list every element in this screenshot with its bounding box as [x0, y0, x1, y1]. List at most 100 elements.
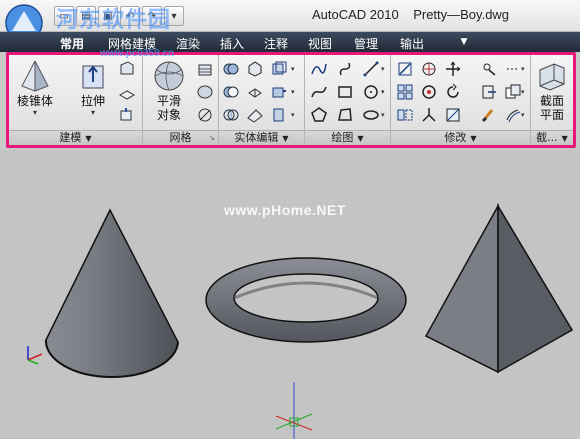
- mirror-button[interactable]: [395, 105, 415, 125]
- ellipse-button[interactable]: [361, 105, 381, 125]
- panel-modify-title[interactable]: 修改 ▼: [391, 130, 530, 145]
- intersect-icon: [223, 109, 239, 121]
- chevron-down-icon[interactable]: ▾: [291, 111, 295, 119]
- tab-output[interactable]: 输出: [400, 35, 424, 52]
- mesh-refine-button[interactable]: [195, 82, 215, 102]
- polyline-button[interactable]: [309, 59, 329, 79]
- mesh-refine-icon: [197, 85, 213, 99]
- polygon-button[interactable]: [309, 105, 329, 125]
- pyramid-label: 棱锥体: [16, 94, 53, 108]
- region-button[interactable]: [335, 105, 355, 125]
- circle-icon: [364, 85, 378, 99]
- thicken-icon: [273, 108, 284, 122]
- union-button[interactable]: [221, 59, 241, 79]
- mesh-box-button[interactable]: [195, 59, 215, 79]
- intersect-button[interactable]: [221, 105, 241, 125]
- subtract-button[interactable]: [221, 82, 241, 102]
- panel-mesh-title[interactable]: 网格: [143, 130, 218, 145]
- line-button[interactable]: [361, 59, 381, 79]
- 3d-scale-button[interactable]: [419, 105, 439, 125]
- viewport-canvas[interactable]: [0, 150, 580, 439]
- shell-button[interactable]: [245, 82, 265, 102]
- mesh-box-icon: [198, 64, 212, 76]
- rotate-icon: [422, 85, 436, 99]
- chevron-down-icon[interactable]: ▾: [291, 65, 295, 73]
- edit-icon: [398, 62, 412, 76]
- offset-button[interactable]: [503, 105, 523, 125]
- line-icon: [363, 61, 379, 77]
- panel-solid-editing-title[interactable]: 实体编辑 ▼: [219, 130, 304, 145]
- sweep-icon: [120, 108, 132, 121]
- section-plane-button[interactable]: 截面 平面: [531, 58, 573, 126]
- pyramid-button[interactable]: 棱锥体 ▾: [13, 58, 57, 126]
- drawing-viewport[interactable]: www.pHome.NET: [0, 150, 580, 439]
- chevron-down-icon[interactable]: ▾: [521, 65, 525, 73]
- copy-button[interactable]: [503, 82, 523, 102]
- polygon-icon: [311, 107, 327, 122]
- panel-launcher-icon[interactable]: ↘: [209, 134, 215, 142]
- spline-icon: [311, 86, 327, 98]
- extract-edges-button[interactable]: [245, 59, 265, 79]
- panel-modeling-title[interactable]: 建模 ▼: [9, 130, 142, 145]
- section-plane-label-1: 截面: [539, 94, 564, 108]
- smooth-object-button[interactable]: 平滑 对象: [147, 58, 191, 126]
- panel-section-title[interactable]: 截... ▼: [531, 130, 573, 145]
- cone-solid[interactable]: [44, 208, 179, 379]
- chevron-down-icon[interactable]: ▾: [291, 88, 295, 96]
- tab-render[interactable]: 渲染: [176, 35, 200, 52]
- 3d-move-icon: [446, 61, 461, 76]
- chevron-down-icon[interactable]: ▾: [521, 111, 525, 119]
- stretch-button[interactable]: [479, 82, 499, 102]
- rectangle-button[interactable]: [335, 82, 355, 102]
- tab-home[interactable]: 常用: [60, 35, 84, 52]
- extrude-icon: [82, 65, 104, 89]
- panel-section: 截面 平面 截... ▼: [531, 55, 573, 145]
- presspull-button[interactable]: [117, 82, 137, 102]
- tab-view[interactable]: 视图: [308, 35, 332, 52]
- spline-button[interactable]: [309, 82, 329, 102]
- rectangle-icon: [338, 86, 352, 98]
- edit-button[interactable]: [395, 59, 415, 79]
- tab-manage[interactable]: 管理: [354, 35, 378, 52]
- separate-button[interactable]: [269, 59, 289, 79]
- chevron-down-icon[interactable]: ▾: [381, 88, 385, 96]
- extrude-label: 拉伸: [80, 94, 105, 108]
- 3d-align-icon: [483, 63, 496, 76]
- circle-button[interactable]: [361, 82, 381, 102]
- section-plane-icon: [539, 63, 565, 91]
- undo-arc-button[interactable]: [443, 82, 463, 102]
- 3d-align-button[interactable]: [479, 59, 499, 79]
- extrude-faces-button[interactable]: [269, 82, 289, 102]
- rotate-button[interactable]: [419, 82, 439, 102]
- fillet-button[interactable]: [443, 105, 463, 125]
- tab-insert[interactable]: 插入: [220, 35, 244, 52]
- fillet-icon: [446, 108, 460, 122]
- panel-mesh: 平滑 对象 网格 ↘: [143, 55, 219, 145]
- chevron-down-icon: ▾: [90, 108, 95, 117]
- refresh-icon: [447, 83, 459, 98]
- helix-button[interactable]: [335, 59, 355, 79]
- site-watermark: 河东软件园: [56, 8, 172, 33]
- mesh-crease-button[interactable]: [195, 105, 215, 125]
- chevron-down-icon[interactable]: ▾: [381, 111, 385, 119]
- chevron-down-icon[interactable]: ▾: [381, 65, 385, 73]
- thicken-button[interactable]: [269, 105, 289, 125]
- torus-solid[interactable]: [205, 257, 407, 343]
- tab-annotate[interactable]: 注释: [264, 35, 288, 52]
- array-button[interactable]: [395, 82, 415, 102]
- panel-modify: ▾ ▾ ▾ 修改 ▼: [391, 55, 531, 145]
- explode-button[interactable]: [503, 59, 523, 79]
- erase-button[interactable]: [479, 105, 499, 125]
- chevron-down-icon[interactable]: ▾: [521, 88, 525, 96]
- ribbon-tab-bar: 常用 网格建模 渲染 插入 注释 视图 管理 输出 ▼: [0, 32, 580, 52]
- extrude-button[interactable]: 拉伸 ▾: [71, 58, 115, 126]
- sweep-button[interactable]: [117, 105, 137, 125]
- pyramid-solid[interactable]: [424, 203, 574, 374]
- slice-button[interactable]: [245, 105, 265, 125]
- panel-draw-title[interactable]: 绘图 ▼: [305, 130, 390, 145]
- 3d-rotate-button[interactable]: [419, 59, 439, 79]
- ribbon-minimize-icon[interactable]: ▼: [458, 37, 470, 47]
- polysolid-button[interactable]: [117, 59, 137, 79]
- 3d-move-button[interactable]: [443, 59, 463, 79]
- ribbon-panel-area: 棱锥体 ▾ 拉伸 ▾ 建模 ▼ 平滑 对象 网格 ↘ ▾ ▾ ▾ 实体编辑 ▼ …: [6, 52, 576, 148]
